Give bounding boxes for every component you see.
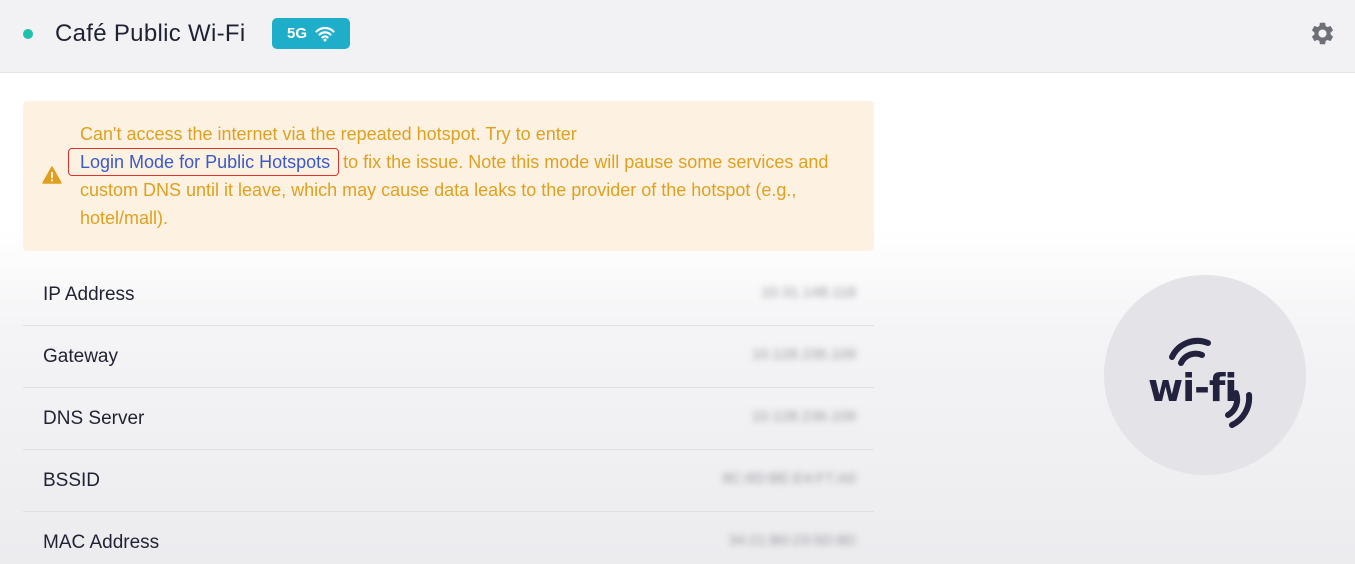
alert-text-before: Can't access the internet via the repeat…: [80, 124, 577, 144]
band-badge: 5G: [272, 18, 350, 49]
network-info-list: IP Address 10.31.148.118 Gateway 10.128.…: [23, 264, 874, 564]
info-row-bssid: BSSID 8C:6D:BE:E4:F7:A0: [23, 450, 874, 512]
info-row-ip-address: IP Address 10.31.148.118: [23, 264, 874, 326]
wifi-signal-icon: [315, 26, 335, 41]
info-label: DNS Server: [43, 408, 145, 429]
header-bar: Café Public Wi-Fi 5G: [0, 0, 1355, 73]
info-label: BSSID: [43, 470, 101, 491]
info-value-blurred: 10.128.236.109: [751, 346, 856, 363]
info-row-dns-server: DNS Server 10.128.236.109: [23, 388, 874, 450]
band-label: 5G: [286, 25, 307, 42]
info-label: Gateway: [43, 346, 118, 367]
wifi-logo-text: wi-fi: [1148, 366, 1236, 410]
alert-message: Can't access the internet via the repeat…: [67, 120, 855, 232]
warning-icon: [42, 166, 62, 184]
wifi-logo-badge: wi-fi: [1104, 275, 1306, 475]
info-value-blurred: 10.128.236.109: [751, 408, 856, 425]
network-name: Café Public Wi-Fi: [55, 20, 246, 47]
info-row-mac-address: MAC Address 34:21:B0:23:5D:8D: [23, 512, 874, 564]
connection-status-dot: [23, 29, 33, 39]
wifi-logo-icon: wi-fi: [1148, 337, 1253, 428]
info-value-blurred: 8C:6D:BE:E4:F7:A0: [722, 470, 856, 487]
gear-icon[interactable]: [1309, 20, 1336, 47]
login-mode-link[interactable]: Login Mode for Public Hotspots: [67, 148, 340, 176]
info-label: MAC Address: [43, 532, 160, 553]
hotspot-warning-alert: Can't access the internet via the repeat…: [23, 101, 874, 251]
info-label: IP Address: [43, 284, 135, 305]
info-value-blurred: 34:21:B0:23:5D:8D: [728, 532, 856, 549]
info-value-blurred: 10.31.148.118: [761, 284, 856, 301]
info-row-gateway: Gateway 10.128.236.109: [23, 326, 874, 388]
